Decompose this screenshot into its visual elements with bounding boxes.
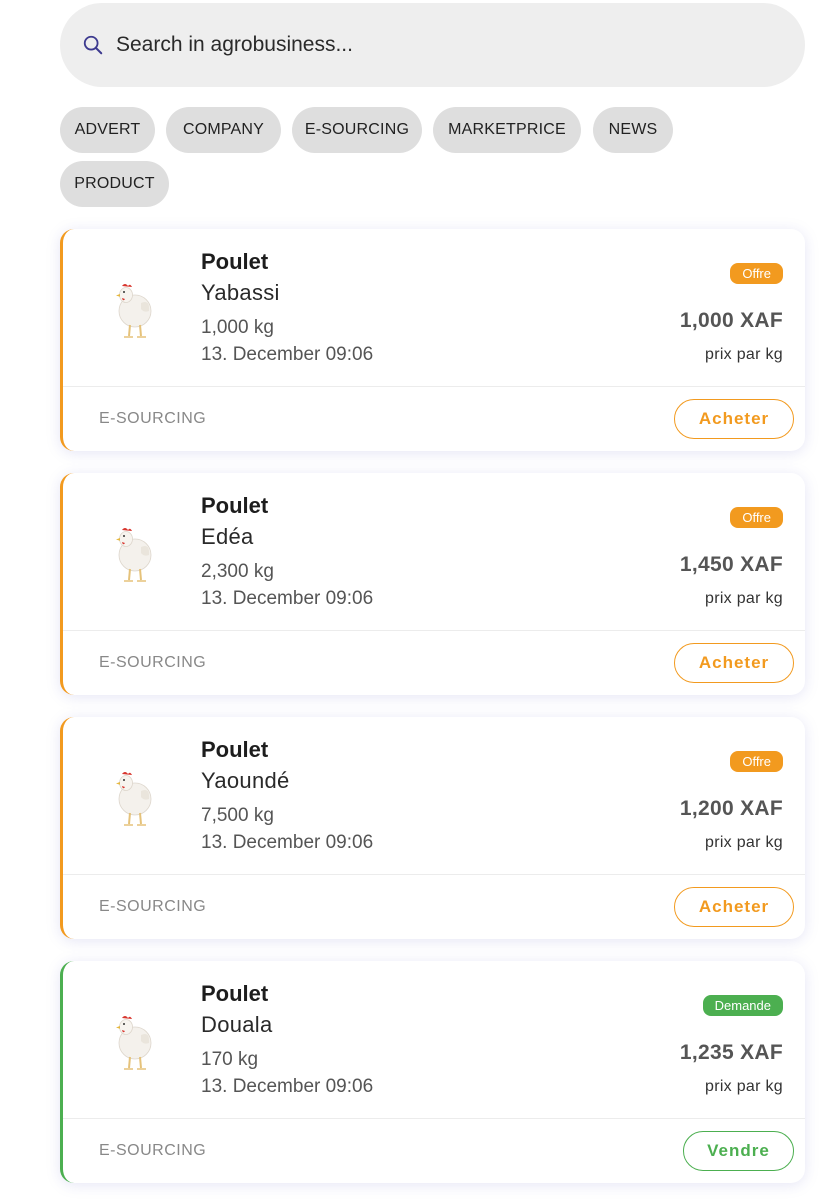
- listing-price: 1,235 XAF: [679, 1041, 783, 1064]
- listing-card[interactable]: Poulet Yaoundé 7,500 kg 13. December 09:…: [60, 717, 805, 939]
- listing-price: 1,000 XAF: [679, 309, 783, 332]
- listing-city: Yaoundé: [201, 768, 290, 793]
- filter-chip-product[interactable]: PRODUCT: [60, 161, 169, 207]
- listing-quantity: 2,300 kg: [201, 561, 274, 582]
- filter-chip-advert[interactable]: ADVERT: [60, 107, 155, 153]
- product-name: Poulet: [201, 981, 269, 1006]
- listing-date: 13. December 09:06: [201, 832, 374, 853]
- buy-button[interactable]: Acheter: [674, 887, 794, 927]
- card-divider: [63, 874, 805, 875]
- product-name: Poulet: [201, 737, 269, 762]
- chicken-image: [116, 772, 152, 826]
- listing-category: E-SOURCING: [99, 410, 207, 427]
- listing-card[interactable]: Poulet Yabassi 1,000 kg 13. December 09:…: [60, 229, 805, 451]
- search-input[interactable]: [116, 27, 756, 63]
- product-name: Poulet: [201, 249, 269, 274]
- listing-card[interactable]: Poulet Edéa 2,300 kg 13. December 09:06 …: [60, 473, 805, 695]
- filter-chip-news[interactable]: NEWS: [593, 107, 673, 153]
- status-badge: Demande: [702, 995, 783, 1016]
- listing-city: Douala: [201, 1012, 273, 1037]
- chicken-image: [116, 1016, 152, 1070]
- chicken-image: [116, 284, 152, 338]
- chicken-image: [116, 528, 152, 582]
- search-bar[interactable]: [60, 3, 805, 87]
- status-badge: Offre: [730, 263, 783, 284]
- product-name: Poulet: [201, 493, 269, 518]
- listing-city: Yabassi: [201, 280, 280, 305]
- card-divider: [63, 1118, 805, 1119]
- filter-chip-company[interactable]: COMPANY: [166, 107, 281, 153]
- listing-price: 1,200 XAF: [679, 797, 783, 820]
- listing-city: Edéa: [201, 524, 254, 549]
- listing-category: E-SOURCING: [99, 654, 207, 671]
- buy-button[interactable]: Acheter: [674, 643, 794, 683]
- status-badge: Offre: [730, 507, 783, 528]
- price-unit: prix par kg: [705, 346, 783, 363]
- sell-button[interactable]: Vendre: [683, 1131, 794, 1171]
- filter-chip-marketprice[interactable]: MARKETPRICE: [433, 107, 581, 153]
- buy-button[interactable]: Acheter: [674, 399, 794, 439]
- price-unit: prix par kg: [705, 1078, 783, 1095]
- price-unit: prix par kg: [705, 590, 783, 607]
- price-unit: prix par kg: [705, 834, 783, 851]
- listing-date: 13. December 09:06: [201, 1076, 374, 1097]
- filter-chip-e-sourcing[interactable]: E-SOURCING: [292, 107, 422, 153]
- card-divider: [63, 386, 805, 387]
- listing-category: E-SOURCING: [99, 898, 207, 915]
- listing-price: 1,450 XAF: [679, 553, 783, 576]
- card-divider: [63, 630, 805, 631]
- listing-quantity: 170 kg: [201, 1049, 259, 1070]
- listing-date: 13. December 09:06: [201, 344, 374, 365]
- listing-date: 13. December 09:06: [201, 588, 374, 609]
- listing-quantity: 7,500 kg: [201, 805, 274, 826]
- status-badge: Offre: [730, 751, 783, 772]
- listing-category: E-SOURCING: [99, 1142, 207, 1159]
- search-icon: [83, 35, 103, 55]
- listing-card[interactable]: Poulet Douala 170 kg 13. December 09:06 …: [60, 961, 805, 1183]
- listing-quantity: 1,000 kg: [201, 317, 274, 338]
